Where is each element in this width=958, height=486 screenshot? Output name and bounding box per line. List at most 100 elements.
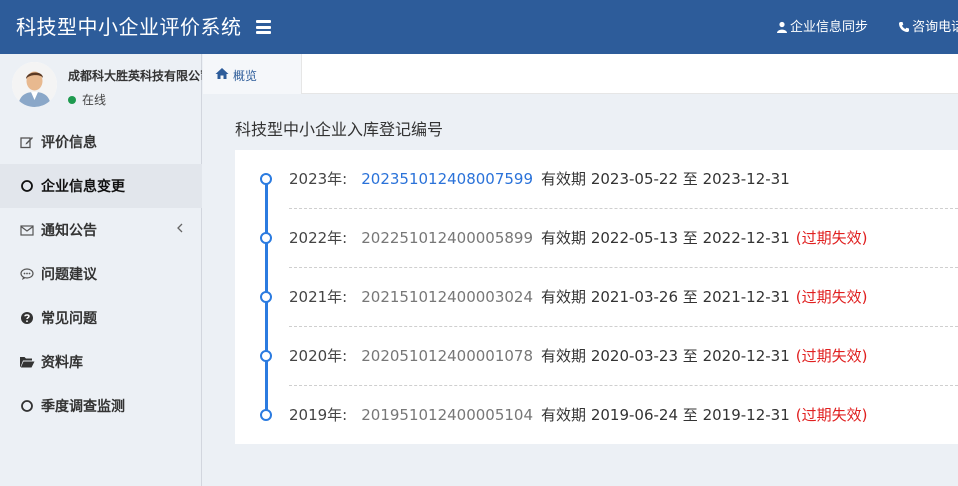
sync-company-info-label: 企业信息同步 (790, 20, 869, 35)
record-validity: 有效期 2019-06-24 至 2019-12-31 (541, 406, 790, 424)
record-year: 2022年: (289, 229, 348, 247)
record-validity: 有效期 2023-05-22 至 2023-12-31 (541, 170, 790, 188)
sidebar-item-evaluation[interactable]: 评价信息 (0, 120, 202, 164)
consult-phone-label: 咨询电话 (912, 20, 958, 35)
edit-icon (19, 134, 35, 150)
record-validity: 有效期 2020-03-23 至 2020-12-31 (541, 347, 790, 365)
record-code: 201951012400005104 (361, 406, 534, 424)
user-icon (777, 21, 787, 33)
timeline-entry: 2019年: 201951012400005104 有效期 2019-06-24 至… (289, 405, 868, 425)
valid-end: 2019-12-31 (702, 406, 790, 424)
sidebar-item-label: 资料库 (41, 355, 83, 371)
sidebar: 成都科大胜英科技有限公司 在线 评价信息 企业信息变更 通知公告 问题建议 常见… (0, 54, 202, 486)
expired-status: (过期失效) (795, 347, 868, 365)
valid-start: 2021-03-26 (590, 288, 679, 306)
valid-label: 有效期 (541, 170, 587, 188)
envelope-icon (19, 222, 35, 238)
registration-timeline-card: 2023年: 202351012408007599 有效期 2023-05-22 至… (235, 150, 958, 444)
to-label: 至 (682, 170, 698, 188)
page-title: 科技型中小企业入库登记编号 (235, 120, 444, 139)
record-code: 202151012400003024 (361, 288, 534, 306)
timeline-row: 2022年: 202251012400005899 有效期 2022-05-13 至… (235, 209, 958, 268)
record-validity: 有效期 2021-03-26 至 2021-12-31 (541, 288, 790, 306)
sidebar-item-company-info-change[interactable]: 企业信息变更 (0, 164, 202, 208)
menu-toggle-icon[interactable] (256, 20, 271, 34)
valid-label: 有效期 (541, 347, 587, 365)
record-validity: 有效期 2022-05-13 至 2022-12-31 (541, 229, 790, 247)
sync-company-info-button[interactable]: 企业信息同步 (776, 18, 868, 38)
valid-start: 2022-05-13 (590, 229, 679, 247)
home-icon (215, 68, 229, 79)
sidebar-item-label: 企业信息变更 (41, 179, 125, 195)
comment-icon (19, 266, 35, 282)
valid-end: 2022-12-31 (702, 229, 790, 247)
timeline-entry: 2023年: 202351012408007599 有效期 2023-05-22 至… (289, 169, 796, 189)
user-panel: 成都科大胜英科技有限公司 在线 (0, 54, 202, 118)
record-year: 2020年: (289, 347, 348, 365)
avatar (12, 62, 57, 107)
record-code: 202251012400005899 (361, 229, 534, 247)
tab-bar: 概览 (203, 54, 958, 94)
app-title[interactable]: 科技型中小企业评价系统 (16, 13, 242, 41)
valid-label: 有效期 (541, 288, 587, 306)
company-name: 成都科大胜英科技有限公司 (68, 69, 202, 83)
main-content: 概览 科技型中小企业入库登记编号 2023年: 20235101240800759… (203, 54, 958, 486)
record-year: 2019年: (289, 406, 348, 424)
sidebar-item-faq[interactable]: 常见问题 (0, 296, 202, 340)
valid-end: 2021-12-31 (702, 288, 790, 306)
record-code-link[interactable]: 202351012408007599 (361, 170, 533, 188)
tab-label: 概览 (233, 69, 258, 83)
sidebar-item-library[interactable]: 资料库 (0, 340, 202, 384)
sidebar-item-suggestions[interactable]: 问题建议 (0, 252, 202, 296)
timeline-row: 2019年: 201951012400005104 有效期 2019-06-24 至… (235, 386, 958, 445)
online-status: 在线 (68, 91, 106, 108)
valid-end: 2020-12-31 (702, 347, 790, 365)
header-actions: 企业信息同步 咨询电话 (776, 18, 958, 38)
timeline-row: 2021年: 202151012400003024 有效期 2021-03-26 至… (235, 268, 958, 327)
to-label: 至 (682, 229, 698, 247)
to-label: 至 (682, 288, 698, 306)
record-code: 202051012400001078 (361, 347, 534, 365)
sidebar-item-notices[interactable]: 通知公告 (0, 208, 202, 252)
timeline-row: 2020年: 202051012400001078 有效期 2020-03-23 至… (235, 327, 958, 386)
expired-status: (过期失效) (795, 406, 868, 424)
valid-start: 2023-05-22 (590, 170, 679, 188)
timeline-row: 2023年: 202351012408007599 有效期 2023-05-22 至… (235, 150, 958, 209)
expired-status: (过期失效) (795, 288, 868, 306)
expired-status: (过期失效) (795, 229, 868, 247)
circle-icon (19, 398, 35, 414)
tab-overview[interactable]: 概览 (203, 54, 302, 94)
valid-start: 2019-06-24 (590, 406, 679, 424)
sidebar-item-label: 通知公告 (41, 223, 97, 239)
circle-icon (19, 178, 35, 194)
valid-label: 有效期 (541, 229, 587, 247)
sidebar-item-quarterly-survey[interactable]: 季度调查监测 (0, 384, 202, 428)
to-label: 至 (682, 347, 698, 365)
sidebar-item-label: 评价信息 (41, 135, 97, 151)
record-year: 2021年: (289, 288, 348, 306)
timeline-dot-icon (260, 291, 272, 303)
to-label: 至 (682, 406, 698, 424)
sidebar-item-label: 季度调查监测 (41, 399, 125, 415)
online-status-label: 在线 (82, 93, 107, 107)
top-navbar: 科技型中小企业评价系统 企业信息同步 咨询电话 (0, 0, 958, 54)
sidebar-item-label: 问题建议 (41, 267, 97, 283)
valid-label: 有效期 (541, 406, 587, 424)
valid-end: 2023-12-31 (702, 170, 790, 188)
chevron-left-icon (176, 222, 184, 238)
sidebar-menu: 评价信息 企业信息变更 通知公告 问题建议 常见问题 资料库 季度调查监测 (0, 120, 202, 428)
timeline-dot-icon (260, 232, 272, 244)
online-dot-icon (68, 96, 76, 104)
sidebar-item-label: 常见问题 (41, 311, 97, 327)
record-year: 2023年: (289, 170, 348, 188)
question-circle-icon (19, 310, 35, 326)
phone-icon (899, 22, 910, 32)
folder-open-icon (19, 354, 35, 370)
valid-start: 2020-03-23 (590, 347, 679, 365)
timeline-entry: 2021年: 202151012400003024 有效期 2021-03-26 至… (289, 287, 868, 307)
timeline-dot-icon (260, 409, 272, 421)
consult-phone-button[interactable]: 咨询电话 (898, 18, 958, 38)
timeline-dot-icon (260, 350, 272, 362)
timeline-dot-icon (260, 173, 272, 185)
timeline-entry: 2022年: 202251012400005899 有效期 2022-05-13 至… (289, 228, 868, 248)
